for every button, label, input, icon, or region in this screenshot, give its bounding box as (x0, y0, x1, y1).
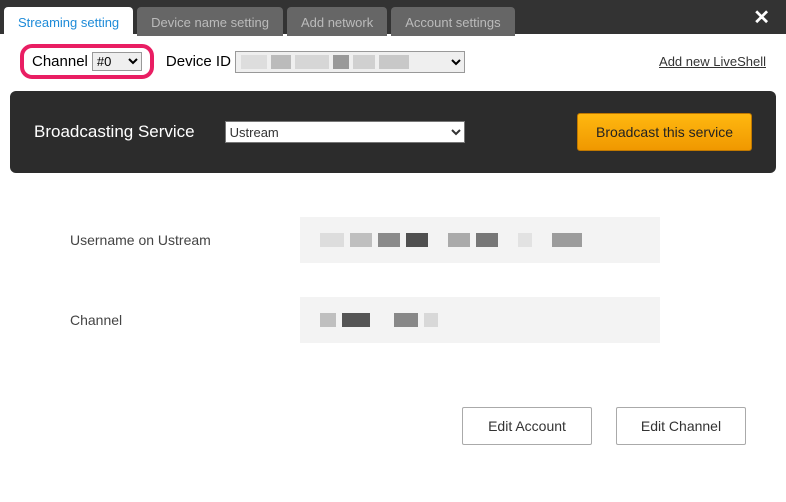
channel-label: Channel (32, 53, 88, 70)
username-value-redacted (300, 217, 660, 263)
username-label: Username on Ustream (70, 232, 300, 248)
channel-selector-highlight: Channel #0 (20, 44, 154, 79)
tab-device-name-setting[interactable]: Device name setting (137, 7, 283, 36)
device-id-select[interactable] (235, 51, 465, 73)
tab-add-network[interactable]: Add network (287, 7, 387, 36)
broadcast-this-service-button[interactable]: Broadcast this service (577, 113, 752, 151)
tab-bar: Streaming setting Device name setting Ad… (0, 0, 786, 34)
broadcasting-service-select[interactable]: Ustream (225, 121, 465, 143)
row-username: Username on Ustream (70, 217, 716, 263)
edit-account-button[interactable]: Edit Account (462, 407, 592, 445)
settings-modal: Streaming setting Device name setting Ad… (0, 0, 786, 502)
device-id-label: Device ID (166, 53, 231, 70)
action-buttons: Edit Account Edit Channel (0, 397, 786, 455)
channel-field-label: Channel (70, 312, 300, 328)
tab-account-settings[interactable]: Account settings (391, 7, 514, 36)
service-form: Username on Ustream Channel (0, 173, 786, 397)
channel-value-redacted (300, 297, 660, 343)
add-new-liveshell-link[interactable]: Add new LiveShell (659, 54, 766, 69)
row-channel: Channel (70, 297, 716, 343)
close-icon[interactable]: ✕ (741, 5, 782, 30)
broadcasting-service-bar: Broadcasting Service Ustream Broadcast t… (10, 91, 776, 173)
edit-channel-button[interactable]: Edit Channel (616, 407, 746, 445)
channel-select[interactable]: #0 (92, 52, 142, 71)
broadcasting-service-label: Broadcasting Service (34, 122, 195, 142)
tab-streaming-setting[interactable]: Streaming setting (4, 7, 133, 36)
channel-device-row: Channel #0 Device ID Add new LiveShell (0, 34, 786, 85)
